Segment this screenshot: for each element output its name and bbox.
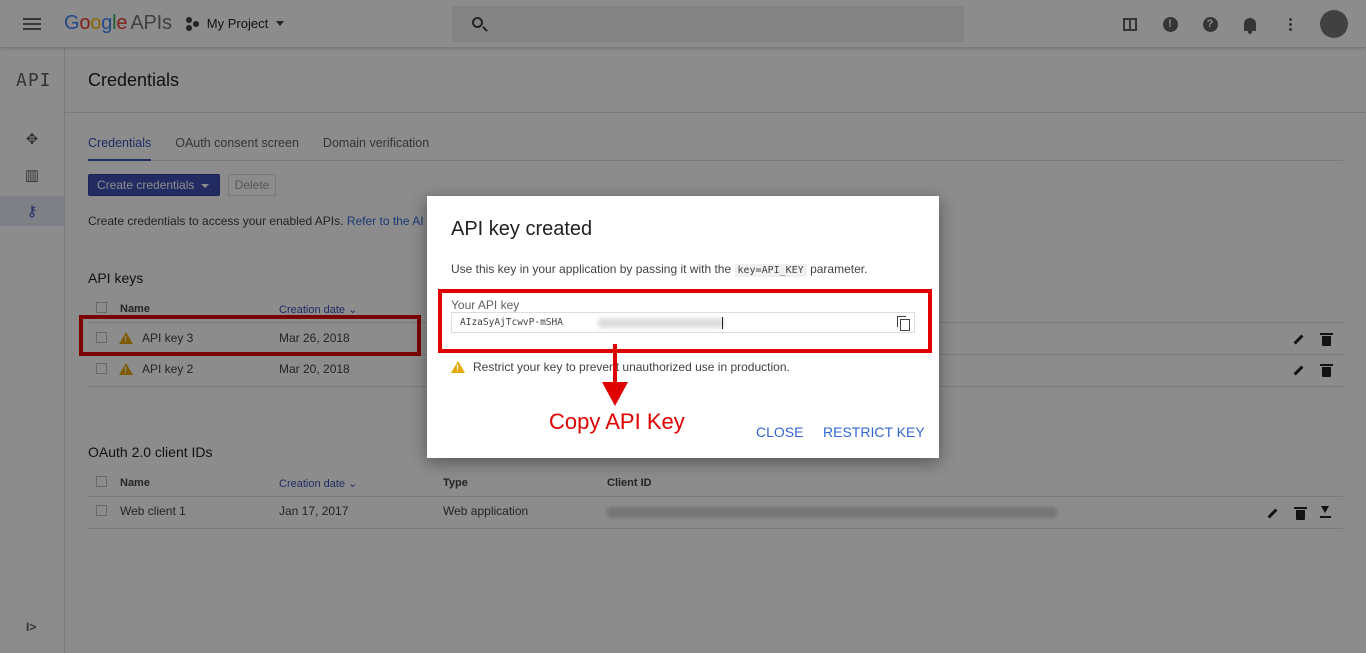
warning-icon [451, 361, 465, 373]
api-key-created-dialog: API key created Use this key in your app… [427, 196, 939, 458]
highlight-box [438, 289, 932, 353]
dialog-description: Use this key in your application by pass… [451, 262, 868, 277]
code-snippet: key=API_KEY [734, 264, 807, 277]
annotation-arrow-head [602, 382, 628, 406]
restrict-warning-text: Restrict your key to prevent unauthorize… [473, 360, 790, 374]
dialog-title: API key created [451, 218, 593, 240]
close-button[interactable]: CLOSE [756, 424, 803, 440]
annotation-arrow [613, 344, 617, 384]
annotation-label: Copy API Key [549, 409, 685, 434]
restrict-key-button[interactable]: RESTRICT KEY [823, 424, 925, 440]
